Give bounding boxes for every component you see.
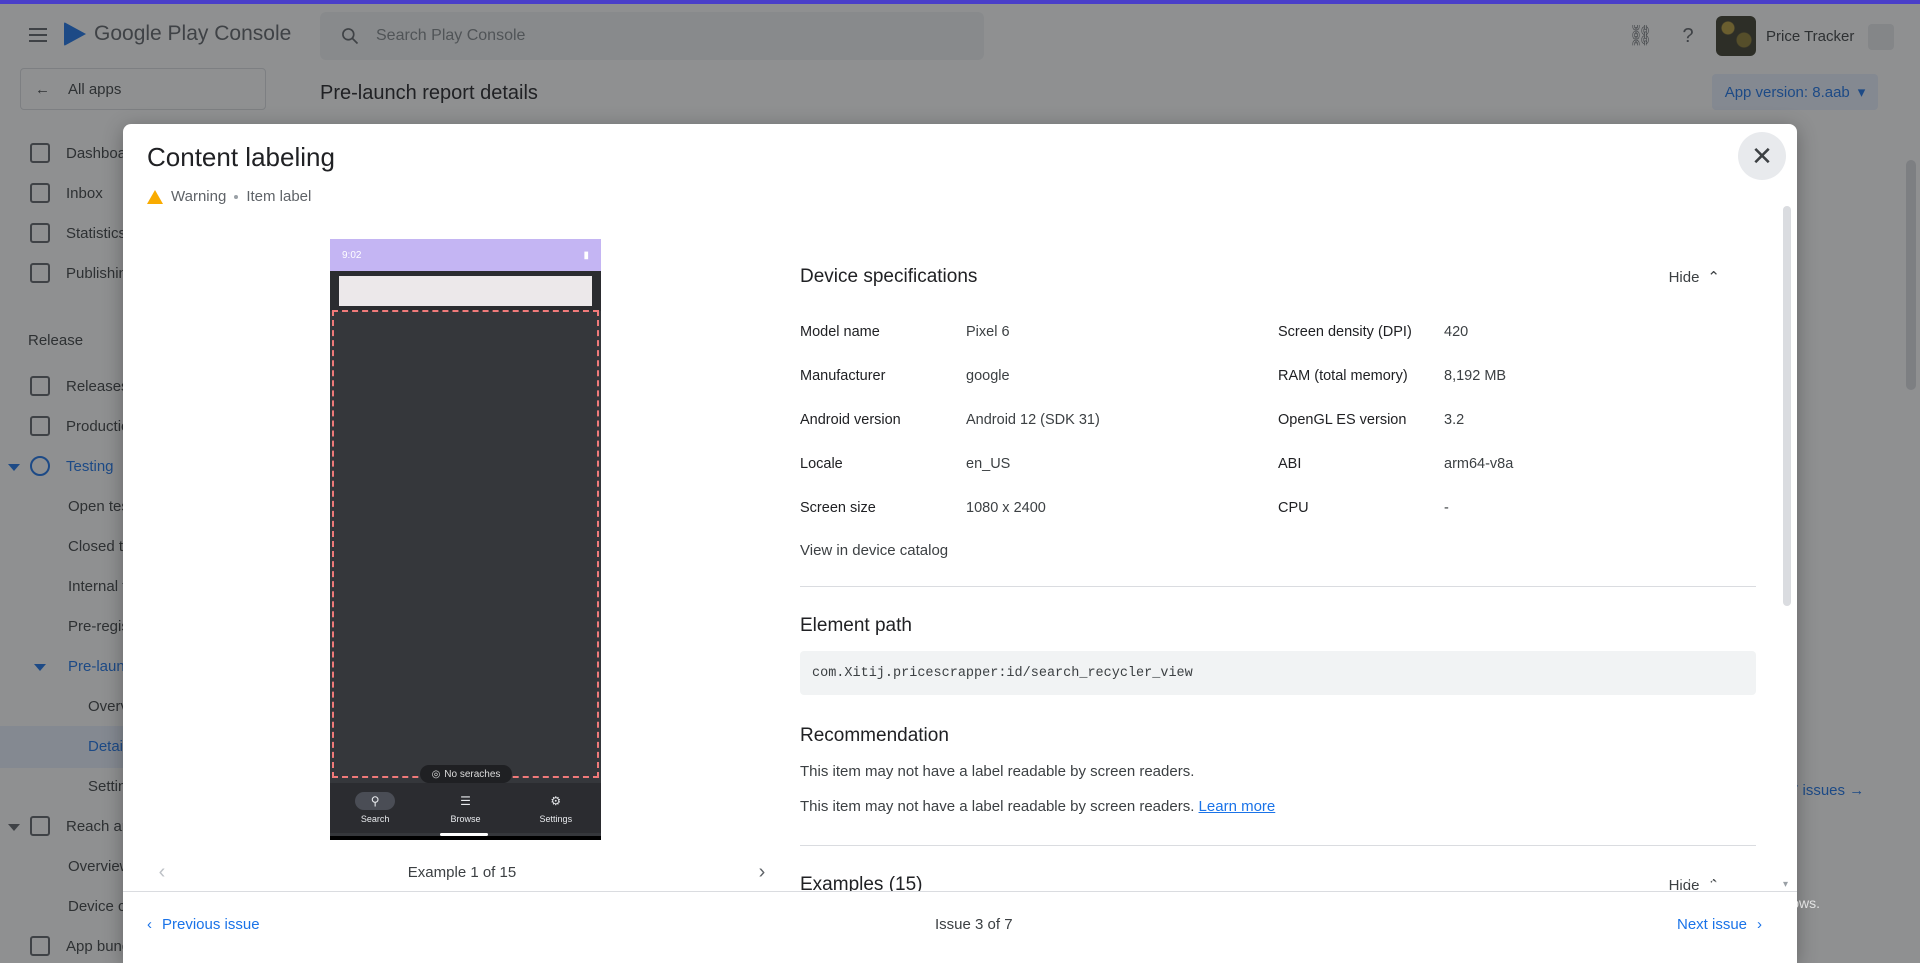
- spec-key: Screen size: [800, 500, 876, 516]
- recommendation-header: Recommendation: [800, 725, 1756, 747]
- spec-value: arm64-v8a: [1444, 456, 1514, 472]
- view-device-catalog-link[interactable]: View in device catalog: [800, 530, 1756, 570]
- dialog-scrollbar[interactable]: [1783, 206, 1791, 606]
- next-issue-button[interactable]: Next issue ›: [1677, 916, 1762, 933]
- divider: [800, 586, 1756, 587]
- spec-value: Android 12 (SDK 31): [966, 412, 1100, 428]
- severity-label: Warning: [171, 188, 227, 205]
- close-icon[interactable]: ✕: [1738, 132, 1786, 180]
- learn-more-link[interactable]: Learn more: [1199, 798, 1276, 815]
- phone-nav-settings: ⚙ Settings: [536, 792, 576, 824]
- hide-device-specs-button[interactable]: Hide ⌃: [1668, 268, 1720, 287]
- phone-status-time: 9:02: [342, 249, 362, 261]
- spec-key: Locale: [800, 456, 843, 472]
- issue-details: Device specifications Hide ⌃ Model name P…: [800, 244, 1756, 903]
- phone-status-bar: 9:02 ▮: [330, 239, 601, 271]
- phone-bottom-edge: [330, 836, 601, 840]
- highlighted-element: [332, 310, 599, 778]
- previous-issue-button[interactable]: ‹ Previous issue: [147, 916, 260, 933]
- chevron-right-icon[interactable]: ›: [747, 861, 777, 884]
- recommendation-text-2-body: This item may not have a label readable …: [800, 798, 1195, 815]
- watermark-title: Activate Windows: [1599, 866, 1757, 888]
- spec-key: Manufacturer: [800, 368, 886, 384]
- spec-value: 420: [1444, 324, 1469, 340]
- device-screenshot: 9:02 ▮ ◎ No seraches ⚲ Search ☰ Browse ⚙ Set…: [330, 239, 601, 840]
- spec-value: en_US: [966, 456, 1011, 472]
- phone-search-box: [339, 276, 592, 306]
- example-label: Example 1 of 15: [407, 864, 517, 881]
- phone-nav-label: Search: [360, 814, 390, 824]
- spec-key: Screen density (DPI): [1278, 324, 1412, 340]
- spec-key: ABI: [1278, 456, 1302, 472]
- hide-label: Hide: [1668, 268, 1700, 286]
- element-path-value: com.Xitij.pricescrapper:id/search_recycl…: [800, 651, 1756, 695]
- previous-issue-label: Previous issue: [162, 916, 260, 933]
- phone-toast: ◎ No seraches: [420, 765, 512, 783]
- recommendation-text-1: This item may not have a label readable …: [800, 763, 1195, 780]
- example-navigator: ‹ Example 1 of 15 ›: [147, 861, 777, 884]
- windows-activation-watermark: Activate Windows Go to Settings to activ…: [1599, 866, 1820, 911]
- watermark-subtitle: Go to Settings to activate Windows.: [1599, 895, 1820, 911]
- phone-search-bar: [330, 271, 601, 311]
- chevron-left-icon: ‹: [147, 916, 152, 933]
- spec-key: OpenGL ES version: [1278, 412, 1407, 428]
- separator-dot: [234, 194, 239, 199]
- issue-meta: Warning Item label: [147, 188, 311, 205]
- phone-bottom-nav: ⚲ Search ☰ Browse ⚙ Settings: [330, 783, 601, 833]
- phone-battery-icon: ▮: [583, 249, 589, 261]
- spec-key: CPU: [1278, 500, 1309, 516]
- spec-value: 8,192 MB: [1444, 368, 1507, 384]
- spec-value: -: [1444, 500, 1449, 516]
- next-issue-label: Next issue: [1677, 916, 1748, 933]
- phone-nav-search: ⚲ Search: [355, 792, 396, 824]
- gear-icon: ⚙: [550, 794, 562, 808]
- toast-icon: ◎: [431, 768, 441, 780]
- phone-nav-label: Settings: [539, 814, 573, 824]
- dialog-title: Content labeling: [147, 142, 335, 172]
- chevron-up-icon: ⌃: [1707, 269, 1720, 286]
- recommendation-title: Recommendation: [800, 725, 949, 746]
- device-specs-header: Device specifications Hide ⌃: [800, 266, 1756, 288]
- device-specs-title: Device specifications: [800, 266, 978, 287]
- browse-icon: ☰: [460, 794, 471, 808]
- phone-toast-text: No seraches: [444, 768, 501, 780]
- spec-key: RAM (total memory): [1278, 368, 1408, 384]
- chevron-right-icon: ›: [1757, 916, 1763, 933]
- issue-counter: Issue 3 of 7: [935, 916, 1013, 933]
- warning-icon: [147, 189, 163, 204]
- spec-value: 1080 x 2400: [966, 500, 1046, 516]
- spec-key: Model name: [800, 324, 880, 340]
- search-icon: ⚲: [355, 792, 396, 810]
- chevron-left-icon[interactable]: ‹: [147, 861, 177, 884]
- dialog-footer: ‹ Previous issue Issue 3 of 7 Next issue ›: [123, 891, 1797, 963]
- content-labeling-dialog: Content labeling ✕ Warning Item label 9:…: [123, 124, 1797, 963]
- element-path-header: Element path: [800, 615, 1756, 637]
- category-label: Item label: [246, 188, 312, 205]
- phone-nav-browse: ☰ Browse: [445, 792, 485, 824]
- device-specs-grid: Model name Pixel 6 Screen density (DPI) …: [800, 310, 1756, 530]
- recommendation-text-2: This item may not have a label readable …: [800, 798, 1756, 815]
- divider: [800, 845, 1756, 846]
- spec-value: Pixel 6: [966, 324, 1010, 340]
- phone-nav-label: Browse: [450, 814, 481, 824]
- element-path-title: Element path: [800, 615, 912, 636]
- spec-value: google: [966, 368, 1010, 384]
- spec-key: Android version: [800, 412, 901, 428]
- spec-value: 3.2: [1444, 412, 1465, 428]
